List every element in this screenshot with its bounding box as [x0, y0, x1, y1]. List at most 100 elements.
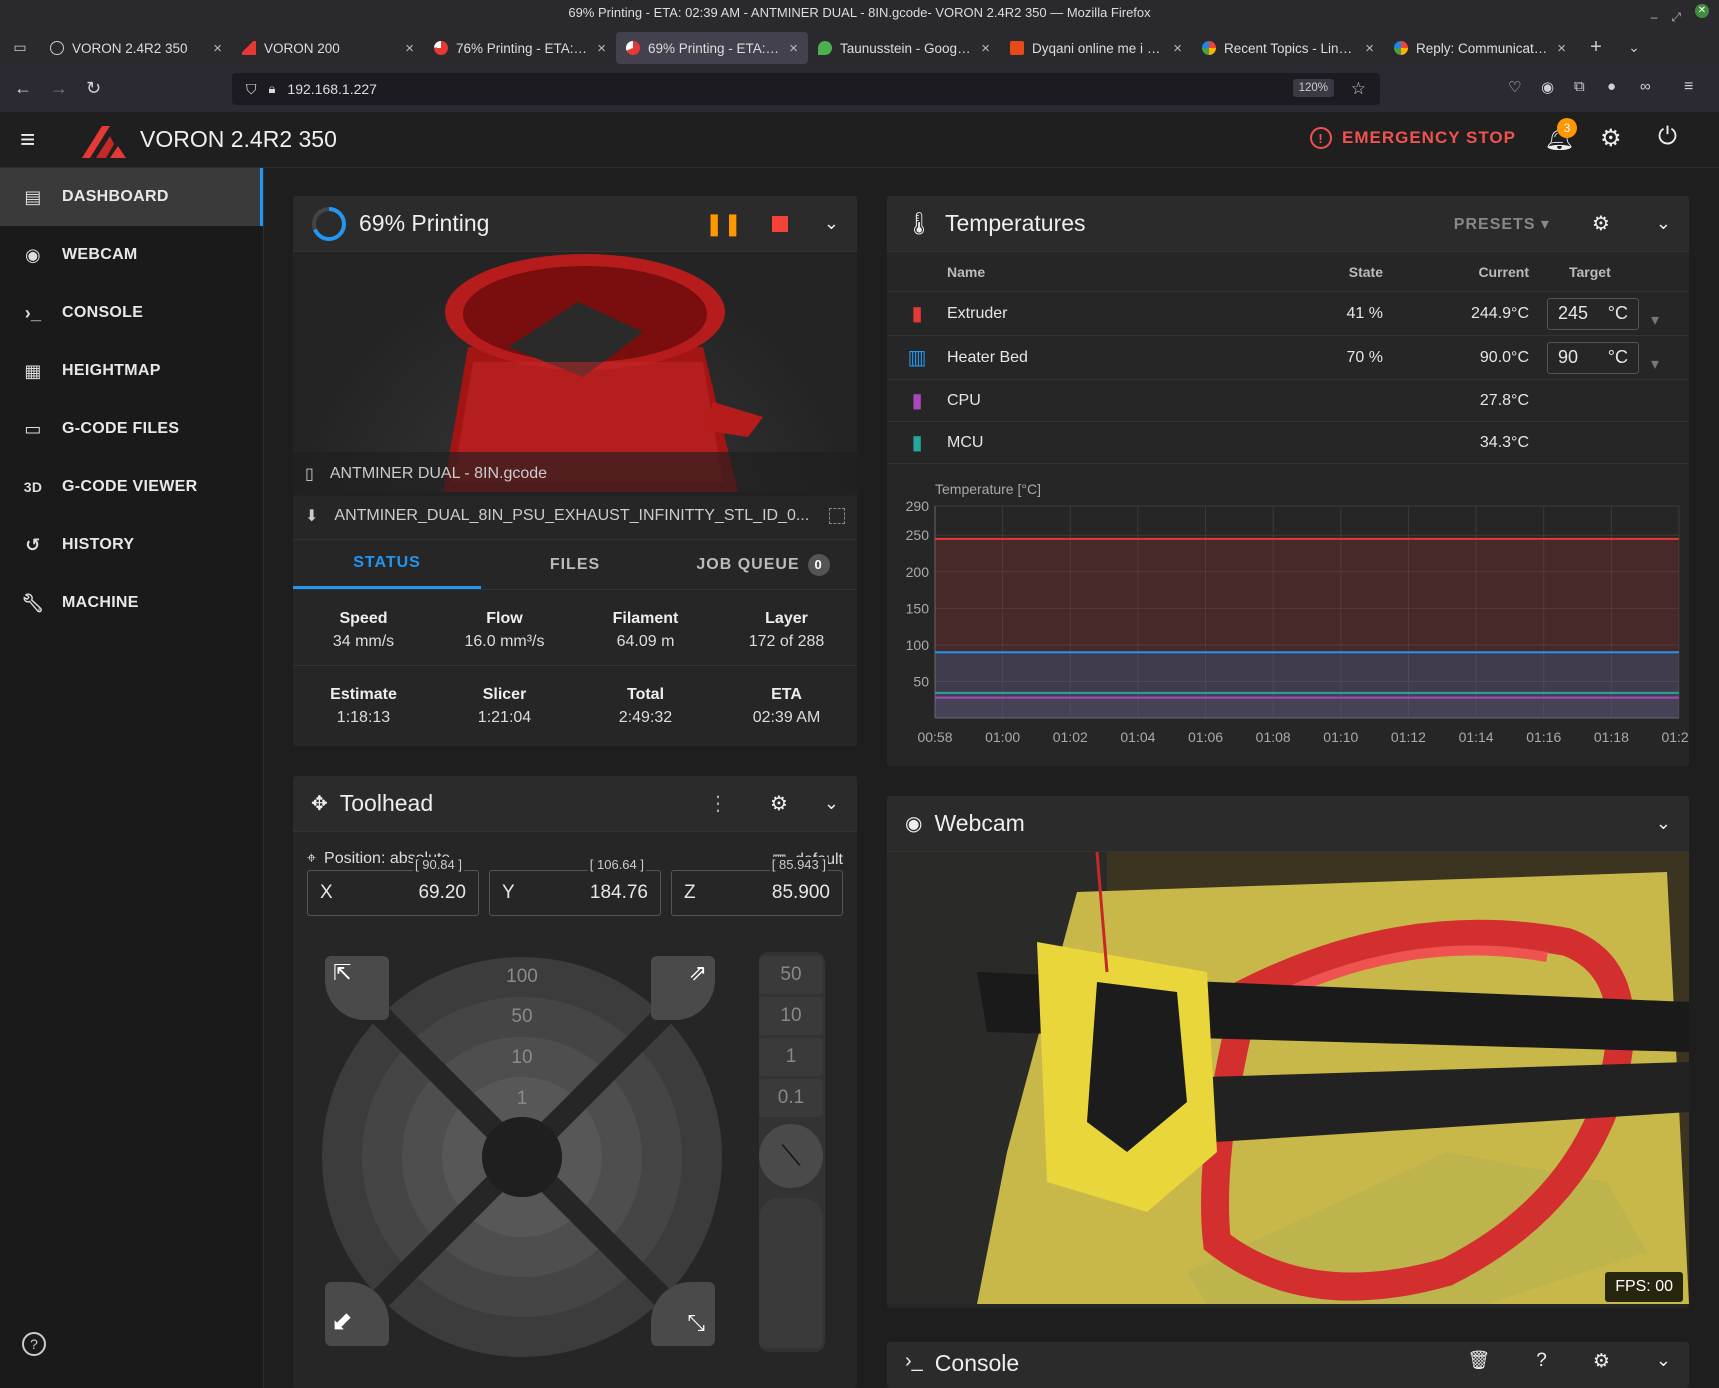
browser-tab[interactable]: VORON 2.4R2 350 ×	[40, 32, 232, 64]
target-temp-input[interactable]: 245 °C	[1547, 297, 1639, 330]
browser-tab-active[interactable]: 69% Printing - ETA: 02: ×	[616, 32, 808, 64]
sidebar-item-console[interactable]: ›_ CONSOLE	[0, 284, 263, 342]
status-panel-header: 69% Printing ❚❚ ⌄	[293, 196, 857, 252]
back-icon[interactable]: ←	[14, 78, 32, 99]
collapse-chevron-icon[interactable]: ⌄	[824, 213, 839, 234]
bookmark-star-icon[interactable]: ☆	[1351, 79, 1366, 99]
x-tick-label: 01:06	[1188, 729, 1223, 745]
emergency-stop-button[interactable]: ! EMERGENCY STOP	[1310, 127, 1516, 149]
close-tab-icon[interactable]: ×	[1365, 40, 1374, 57]
stat-value: 02:39 AM	[752, 709, 821, 726]
presets-dropdown[interactable]: PRESETS ▾	[1454, 214, 1550, 234]
stat-label: Speed	[339, 610, 388, 627]
new-tab-icon[interactable]: +	[1576, 36, 1616, 59]
browser-tab[interactable]: 76% Printing - ETA: 02:2 ×	[424, 32, 616, 64]
z-step-button[interactable]: 1	[759, 1038, 823, 1076]
collapse-chevron-icon[interactable]: ⌄	[824, 793, 839, 814]
sidebar-item-gcode-viewer[interactable]: 3D G-CODE VIEWER	[0, 458, 263, 516]
z-step-button[interactable]: 50	[759, 956, 823, 994]
menu-icon[interactable]: ≡	[1684, 78, 1693, 96]
shop-icon	[1010, 41, 1024, 55]
target-temp-input[interactable]: 90 °C	[1547, 341, 1639, 374]
dashboard-icon: ▤	[24, 186, 42, 207]
tab-job-queue[interactable]: JOB QUEUE 0	[669, 540, 857, 589]
y-tick-label: 290	[906, 498, 930, 514]
browser-tab[interactable]: Recent Topics - LinuxC ×	[1192, 32, 1384, 64]
maximize-icon[interactable]: ⤢	[1671, 4, 1681, 30]
preset-arrow-icon[interactable]: ▾	[1651, 310, 1659, 330]
pocket-icon[interactable]: ♡	[1508, 78, 1521, 96]
stop-button[interactable]	[771, 215, 788, 232]
close-tab-icon[interactable]: ×	[981, 40, 990, 57]
tab-overview-icon[interactable]: ▭	[0, 39, 40, 56]
close-tab-icon[interactable]: ×	[405, 40, 414, 57]
browser-tab[interactable]: Taunusstein - Google M ×	[808, 32, 1000, 64]
sidebar-item-heightmap[interactable]: ▦ HEIGHTMAP	[0, 342, 263, 400]
collapse-chevron-icon[interactable]: ⌄	[1656, 213, 1671, 234]
z-down-button[interactable]	[759, 1198, 823, 1348]
tab-status[interactable]: STATUS	[293, 540, 481, 589]
sensor-state: 41 %	[1346, 304, 1383, 322]
sidebar-item-machine[interactable]: 🔧︎ MACHINE	[0, 574, 263, 632]
temperature-settings-icon[interactable]: ⚙	[1592, 211, 1610, 236]
y-position-field[interactable]: [ 106.64 ] Y 184.76	[489, 857, 661, 916]
sidebar-item-dashboard[interactable]: ▤ DASHBOARD	[0, 168, 263, 226]
x-position-field[interactable]: [ 90.84 ] X 69.20	[307, 857, 479, 916]
tab-files[interactable]: FILES	[481, 540, 669, 589]
minimize-icon[interactable]: –	[1651, 4, 1658, 30]
sidebar-item-gcode-files[interactable]: ▭ G-CODE FILES	[0, 400, 263, 458]
preset-arrow-icon[interactable]: ▾	[1651, 354, 1659, 374]
toolhead-panel-header: ✥ Toolhead ⋮ ⚙ ⌄	[293, 776, 857, 832]
sidebar-item-history[interactable]: ↺ HISTORY	[0, 516, 263, 574]
webcam-title: Webcam	[934, 810, 1025, 836]
exclude-object-icon[interactable]	[829, 507, 845, 524]
settings-gears-icon[interactable]: ⚙	[1600, 124, 1622, 153]
close-window-icon[interactable]: ✕	[1695, 4, 1709, 18]
close-tab-icon[interactable]: ×	[789, 40, 798, 57]
pause-button[interactable]: ❚❚	[705, 211, 742, 237]
close-tab-icon[interactable]: ×	[1557, 40, 1566, 57]
y-axis-label: Temperature [°C]	[935, 481, 1041, 497]
joomla-icon	[1394, 41, 1408, 55]
account-icon[interactable]: ◉	[1541, 78, 1554, 96]
trash-icon[interactable]: 🗑︎	[1467, 1350, 1490, 1371]
console-help-icon[interactable]: ?	[1536, 1350, 1547, 1372]
close-tab-icon[interactable]: ×	[213, 40, 222, 57]
status-panel: 69% Printing ❚❚ ⌄ ▯ ANTMINER DUAL - 8IN.…	[293, 196, 857, 746]
browser-tab[interactable]: Reply: Communication ×	[1384, 32, 1576, 64]
zoom-badge[interactable]: 120%	[1292, 79, 1334, 97]
toolhead-settings-icon[interactable]: ⚙	[770, 791, 788, 816]
sensor-name: Extruder	[947, 304, 1008, 322]
z-position-field[interactable]: [ 85.943 ] Z 85.900	[671, 857, 843, 916]
x-tick-label: 01:16	[1526, 729, 1561, 745]
addon-icon[interactable]: ∞	[1640, 78, 1651, 95]
sync-icon[interactable]: ●	[1607, 78, 1616, 95]
help-icon[interactable]: ?	[22, 1332, 46, 1356]
more-vert-icon[interactable]: ⋮	[708, 791, 728, 816]
stat-label: Filament	[612, 610, 679, 627]
url-bar[interactable]: ⛉ 🔒︎ 192.168.1.227 120% ☆	[232, 73, 1380, 105]
tab-list-icon[interactable]: ⌄	[1616, 39, 1652, 56]
forward-icon[interactable]: →	[50, 78, 68, 99]
z-home-icon[interactable]: ⟍	[759, 1124, 823, 1188]
z-step-button[interactable]: 0.1	[759, 1079, 823, 1117]
browser-tab[interactable]: VORON 200 ×	[232, 32, 424, 64]
close-tab-icon[interactable]: ×	[1173, 40, 1182, 57]
console-panel-header: ›_ Console 🗑︎ ? ⚙ ⌄	[887, 1342, 1689, 1388]
browser-tab[interactable]: Dyqani online me i mad ×	[1000, 32, 1192, 64]
shield-icon[interactable]: ⛉	[246, 81, 257, 98]
sidebar-item-webcam[interactable]: ◉ WEBCAM	[0, 226, 263, 284]
stat-value: 1:18:13	[336, 709, 391, 726]
close-tab-icon[interactable]: ×	[597, 40, 606, 57]
sensor-name: Heater Bed	[947, 348, 1028, 366]
z-jog-control[interactable]: 50 10 1 0.1 ⟍	[759, 952, 825, 1352]
power-icon[interactable]: ⏻	[1658, 123, 1677, 151]
collapse-chevron-icon[interactable]: ⌄	[1656, 1350, 1671, 1371]
reload-icon[interactable]: ↻	[86, 78, 101, 99]
hamburger-menu-icon[interactable]: ≡	[20, 124, 35, 155]
extensions-icon[interactable]: ⧉	[1574, 78, 1585, 95]
lock-icon[interactable]: 🔒︎	[269, 81, 276, 97]
collapse-chevron-icon[interactable]: ⌄	[1656, 813, 1671, 834]
console-settings-icon[interactable]: ⚙	[1593, 1350, 1610, 1373]
z-step-button[interactable]: 10	[759, 997, 823, 1035]
